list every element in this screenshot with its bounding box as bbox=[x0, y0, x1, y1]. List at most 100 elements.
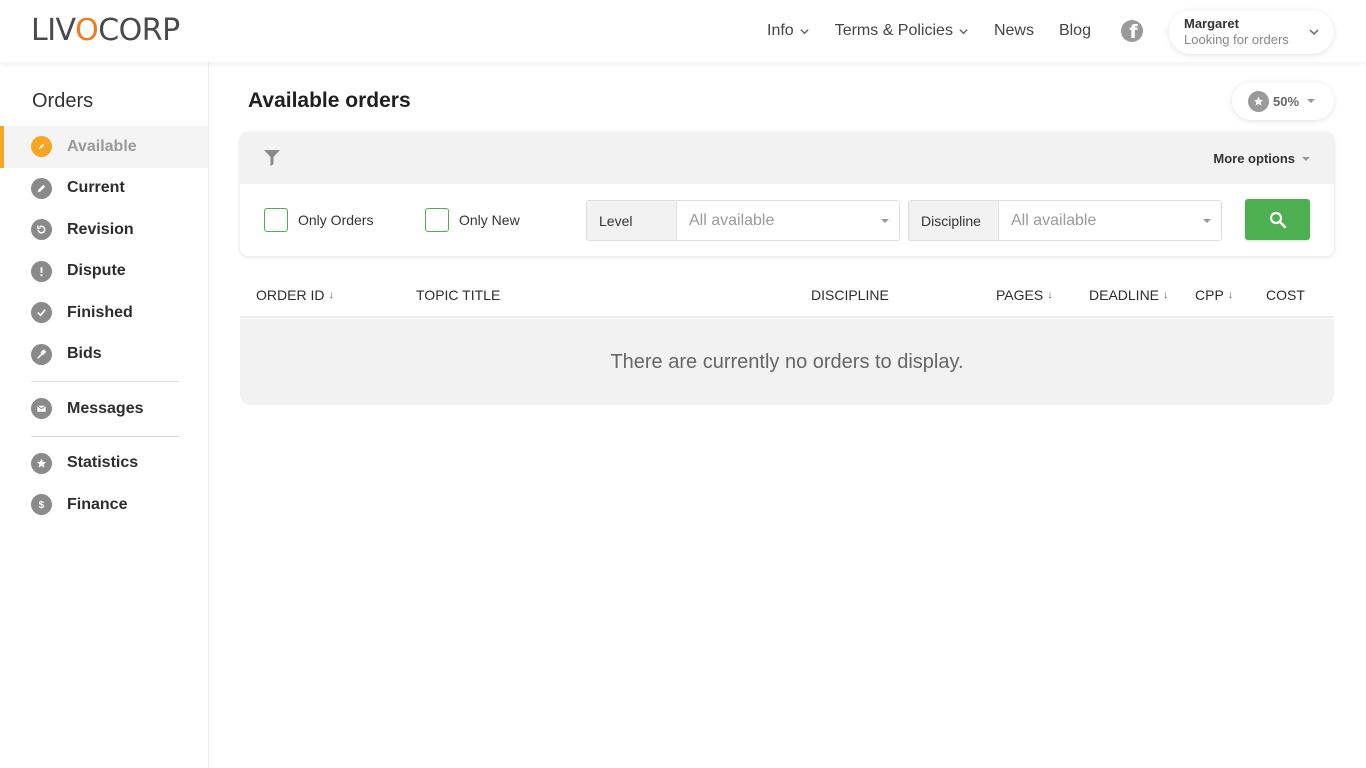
sidebar-item-finished[interactable]: Finished bbox=[0, 292, 208, 334]
search-button[interactable] bbox=[1245, 199, 1310, 240]
sidebar-item-bids[interactable]: Bids bbox=[0, 334, 208, 376]
discipline-label: Discipline bbox=[909, 201, 999, 240]
only-new-label: Only New bbox=[459, 212, 520, 228]
column-deadline[interactable]: DEADLINE ↓ bbox=[1089, 287, 1169, 303]
level-value-text: All available bbox=[689, 211, 775, 229]
logo-text: LIVOCORP bbox=[31, 13, 180, 48]
sort-arrow-icon: ↓ bbox=[1227, 289, 1234, 301]
revision-icon bbox=[31, 219, 52, 241]
star-icon bbox=[1248, 90, 1269, 112]
sidebar-item-label: Finished bbox=[67, 303, 133, 321]
filter-panel: More options Only Orders Only New Level … bbox=[240, 132, 1334, 256]
nav-blog[interactable]: Blog bbox=[1059, 22, 1091, 40]
dollar-icon: $ bbox=[31, 494, 52, 516]
level-label: Level bbox=[587, 201, 677, 240]
alert-icon bbox=[31, 260, 52, 282]
envelope-icon bbox=[31, 398, 52, 420]
check-icon bbox=[31, 302, 52, 324]
sidebar: Orders Available Current Revision Disput… bbox=[0, 62, 209, 768]
top-header: LIVOCORP Info Terms & Policies News Blog… bbox=[0, 0, 1366, 62]
only-new-checkbox[interactable]: Only New bbox=[425, 208, 520, 232]
user-status: Looking for orders bbox=[1184, 32, 1289, 47]
caret-down-icon bbox=[1302, 156, 1310, 161]
column-label: TOPIC TITLE bbox=[416, 287, 501, 303]
column-label: DISCIPLINE bbox=[811, 287, 889, 303]
nav-terms-policies[interactable]: Terms & Policies bbox=[835, 22, 969, 40]
sort-arrow-icon: ↓ bbox=[1047, 289, 1053, 301]
checkbox-box[interactable] bbox=[264, 208, 288, 232]
empty-message: There are currently no orders to display… bbox=[610, 350, 964, 373]
orders-table-header: ORDER ID ↓ TOPIC TITLE DISCIPLINE PAGES ↓ … bbox=[240, 276, 1334, 318]
column-label: ORDER ID bbox=[256, 287, 325, 303]
nav-news[interactable]: News bbox=[994, 22, 1034, 40]
only-orders-label: Only Orders bbox=[298, 212, 374, 228]
sidebar-item-dispute[interactable]: Dispute bbox=[0, 251, 208, 293]
pencil-icon bbox=[31, 177, 52, 199]
more-options-button[interactable]: More options bbox=[1213, 151, 1310, 166]
caret-down-icon bbox=[1203, 219, 1211, 223]
sidebar-item-label: Current bbox=[67, 179, 125, 197]
filter-toolbar: More options bbox=[240, 132, 1334, 184]
sidebar-divider bbox=[31, 381, 179, 382]
chevron-down-icon bbox=[1309, 29, 1319, 36]
column-order-id[interactable]: ORDER ID ↓ bbox=[256, 287, 334, 303]
column-cpp[interactable]: CPP ↓ bbox=[1195, 287, 1233, 303]
nav-info[interactable]: Info bbox=[767, 22, 810, 40]
sidebar-divider bbox=[31, 435, 179, 437]
facebook-icon[interactable]: f bbox=[1121, 20, 1143, 42]
nav-info-label: Info bbox=[767, 22, 794, 39]
discipline-value[interactable]: All available bbox=[999, 201, 1221, 240]
column-discipline: DISCIPLINE bbox=[811, 287, 889, 303]
chevron-down-icon bbox=[800, 28, 809, 34]
sidebar-nav: Available Current Revision Dispute Finis… bbox=[0, 126, 208, 526]
chevron-down-icon bbox=[959, 28, 968, 34]
page-title: Available orders bbox=[248, 89, 411, 112]
column-label: PAGES bbox=[996, 287, 1044, 303]
sidebar-item-label: Dispute bbox=[67, 262, 126, 280]
sidebar-item-label: Messages bbox=[67, 399, 144, 417]
orders-empty-state: There are currently no orders to display… bbox=[240, 319, 1334, 405]
sidebar-item-label: Finance bbox=[67, 495, 128, 513]
sidebar-item-label: Bids bbox=[67, 345, 102, 363]
sidebar-title: Orders bbox=[32, 90, 94, 112]
nav-terms-label: Terms & Policies bbox=[834, 22, 953, 39]
sort-arrow-icon: ↓ bbox=[328, 289, 334, 301]
sidebar-item-label: Statistics bbox=[67, 454, 139, 472]
star-icon bbox=[31, 452, 52, 474]
more-options-label: More options bbox=[1213, 151, 1295, 166]
column-label: COST bbox=[1266, 287, 1305, 303]
svg-text:$: $ bbox=[39, 500, 45, 511]
rating-value: 50% bbox=[1273, 93, 1300, 109]
sidebar-item-available[interactable]: Available bbox=[0, 126, 208, 168]
column-label: CPP bbox=[1195, 287, 1224, 303]
top-nav: Info Terms & Policies News Blog bbox=[767, 0, 1116, 62]
gavel-icon bbox=[31, 343, 52, 365]
nav-news-label: News bbox=[993, 22, 1034, 39]
discipline-value-text: All available bbox=[1011, 211, 1097, 229]
livocorp-logo[interactable]: LIVOCORP bbox=[31, 14, 180, 48]
only-orders-checkbox[interactable]: Only Orders bbox=[264, 208, 373, 232]
user-name: Margaret bbox=[1184, 16, 1239, 31]
caret-down-icon bbox=[881, 219, 889, 223]
column-label: DEADLINE bbox=[1089, 287, 1160, 303]
caret-down-icon bbox=[1307, 99, 1316, 103]
sort-arrow-icon: ↓ bbox=[1163, 289, 1169, 301]
search-icon bbox=[1269, 211, 1286, 228]
sidebar-item-messages[interactable]: Messages bbox=[0, 388, 208, 430]
column-pages[interactable]: PAGES ↓ bbox=[996, 287, 1053, 303]
sidebar-item-statistics[interactable]: Statistics bbox=[0, 443, 208, 485]
rating-dropdown[interactable]: 50% bbox=[1232, 82, 1334, 120]
level-value[interactable]: All available bbox=[677, 201, 899, 240]
compass-icon bbox=[31, 136, 52, 158]
checkbox-box[interactable] bbox=[425, 208, 449, 232]
level-select[interactable]: Level All available bbox=[586, 200, 900, 241]
filter-icon[interactable] bbox=[262, 147, 282, 167]
sidebar-item-finance[interactable]: $ Finance bbox=[0, 484, 208, 526]
sidebar-item-label: Available bbox=[67, 137, 137, 155]
column-cost: COST bbox=[1266, 287, 1305, 303]
sidebar-item-current[interactable]: Current bbox=[0, 168, 208, 210]
user-menu[interactable]: Margaret Looking for orders bbox=[1169, 10, 1334, 54]
sidebar-item-label: Revision bbox=[67, 220, 134, 238]
sidebar-item-revision[interactable]: Revision bbox=[0, 209, 208, 251]
discipline-select[interactable]: Discipline All available bbox=[908, 200, 1222, 241]
